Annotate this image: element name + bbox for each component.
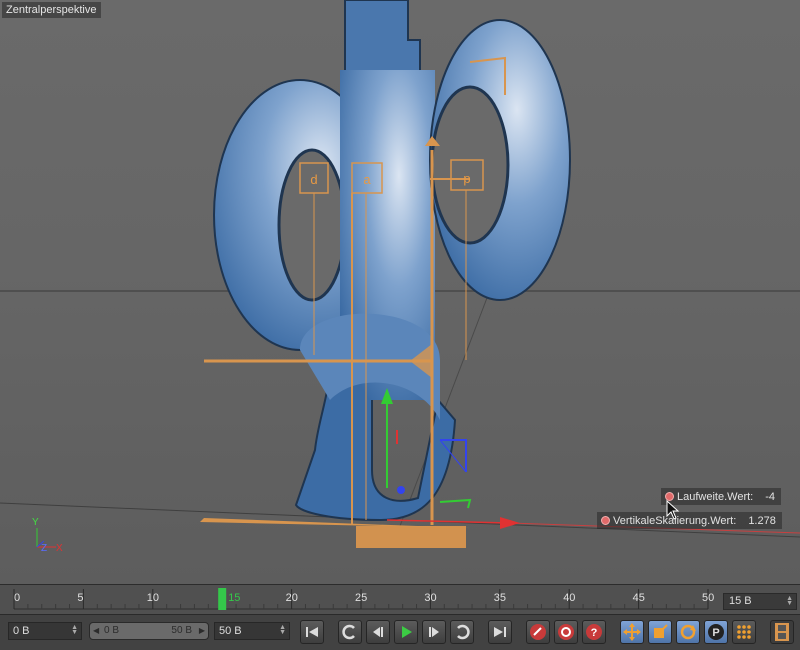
spinner-icon[interactable]: ▲ ▼ — [279, 624, 286, 636]
text-object — [213, 0, 571, 522]
timeline-ruler[interactable]: 0 5 10 15 20 25 30 35 40 45 50 15 B ▲ ▼ — [0, 584, 800, 614]
spinner-icon[interactable]: ▲ ▼ — [786, 595, 793, 607]
skip-start-icon — [306, 627, 318, 637]
next-key-icon — [457, 624, 470, 640]
range-left-arrow-icon[interactable]: ◀ — [93, 623, 99, 639]
keyframe-selection-icon: ? — [586, 624, 602, 640]
points-icon — [737, 625, 751, 639]
start-frame-value: 0 B — [13, 625, 30, 637]
current-frame-label: 15 — [228, 592, 240, 604]
preview-range-slider[interactable]: ◀ 0 B 50 B ▶ — [89, 622, 209, 640]
record-parameter-button[interactable]: P — [704, 620, 728, 644]
previous-frame-button[interactable] — [366, 620, 390, 644]
handle-letter-p: p — [463, 171, 470, 186]
axis-label-y: Y — [32, 517, 39, 528]
next-key-button[interactable] — [450, 620, 474, 644]
current-frame-value: 15 B — [729, 595, 752, 607]
record-scale-button[interactable] — [648, 620, 672, 644]
rotate-icon — [680, 624, 696, 640]
svg-text:P: P — [712, 627, 719, 639]
next-frame-icon — [429, 627, 439, 637]
playhead[interactable] — [218, 588, 227, 610]
tick-label: 20 — [286, 592, 298, 604]
previous-frame-icon — [373, 627, 383, 637]
handle-letter-a: a — [363, 172, 371, 187]
tick-label: 50 — [702, 592, 714, 604]
play-button[interactable] — [394, 620, 418, 644]
tick-label: 35 — [494, 592, 506, 604]
handle-letter-d: d — [310, 172, 317, 187]
parameter-dot-icon[interactable] — [601, 516, 610, 525]
timeline-button[interactable] — [770, 620, 794, 644]
previous-key-button[interactable] — [338, 620, 362, 644]
tick-label: 10 — [147, 592, 159, 604]
tag-value: -4 — [765, 490, 776, 503]
record-icon — [530, 624, 546, 640]
record-button[interactable] — [526, 620, 550, 644]
svg-text:?: ? — [591, 627, 598, 639]
tick-label: 40 — [563, 592, 575, 604]
range-start-value: 0 B — [104, 625, 120, 636]
record-rotation-button[interactable] — [676, 620, 700, 644]
current-frame-field[interactable]: 15 B ▲ ▼ — [723, 593, 797, 610]
tick-label: 45 — [633, 592, 645, 604]
mouse-cursor-icon — [666, 500, 680, 520]
autokey-icon — [558, 624, 574, 640]
range-right-arrow-icon[interactable]: ▶ — [199, 623, 205, 639]
film-icon — [775, 623, 789, 641]
record-position-button[interactable] — [620, 620, 644, 644]
autokey-button[interactable] — [554, 620, 578, 644]
keyframe-selection-button[interactable]: ? — [582, 620, 606, 644]
tag-value: 1.278 — [748, 514, 776, 527]
move-icon — [623, 623, 641, 641]
vertikale-skalierung-tag[interactable]: VertikaleSkalierung.Wert: 1.278 — [597, 512, 782, 529]
go-to-start-button[interactable] — [300, 620, 324, 644]
go-to-end-button[interactable] — [488, 620, 512, 644]
axis-x-arrow — [500, 517, 520, 529]
viewport[interactable]: d a p Y Z X Zentralperspektive Laufweite… — [0, 0, 800, 584]
next-frame-button[interactable] — [422, 620, 446, 644]
skip-end-icon — [494, 627, 506, 637]
axis-label-z: Z — [41, 543, 47, 554]
tick-label: 0 — [14, 592, 20, 604]
previous-key-icon — [342, 624, 355, 640]
scale-icon — [654, 624, 668, 638]
start-frame-field[interactable]: 0 B ▲ ▼ — [8, 622, 82, 640]
end-frame-field[interactable]: 50 B ▲ ▼ — [214, 622, 290, 640]
tick-label: 30 — [424, 592, 436, 604]
viewport-title[interactable]: Zentralperspektive — [2, 2, 101, 18]
timeline-scale[interactable]: 0 5 10 15 20 25 30 35 40 45 50 — [0, 585, 720, 615]
animation-toolbar: 0 B ▲ ▼ ◀ 0 B 50 B ▶ 50 B ▲ ▼ ? P — [0, 614, 800, 650]
spinner-icon[interactable]: ▲ ▼ — [71, 624, 78, 636]
point-level-button[interactable] — [732, 620, 756, 644]
world-axis-indicator: Y Z X — [32, 517, 63, 554]
axis-label-x: X — [56, 543, 63, 554]
tick-label: 5 — [77, 592, 83, 604]
parameter-icon: P — [708, 624, 724, 640]
tick-label: 25 — [355, 592, 367, 604]
base-block — [356, 526, 466, 548]
play-icon — [402, 626, 412, 638]
end-frame-value: 50 B — [219, 625, 242, 637]
tag-label: Laufweite.Wert: — [677, 490, 754, 503]
range-end-value: 50 B — [171, 625, 192, 636]
axis-z-handle — [397, 486, 405, 494]
